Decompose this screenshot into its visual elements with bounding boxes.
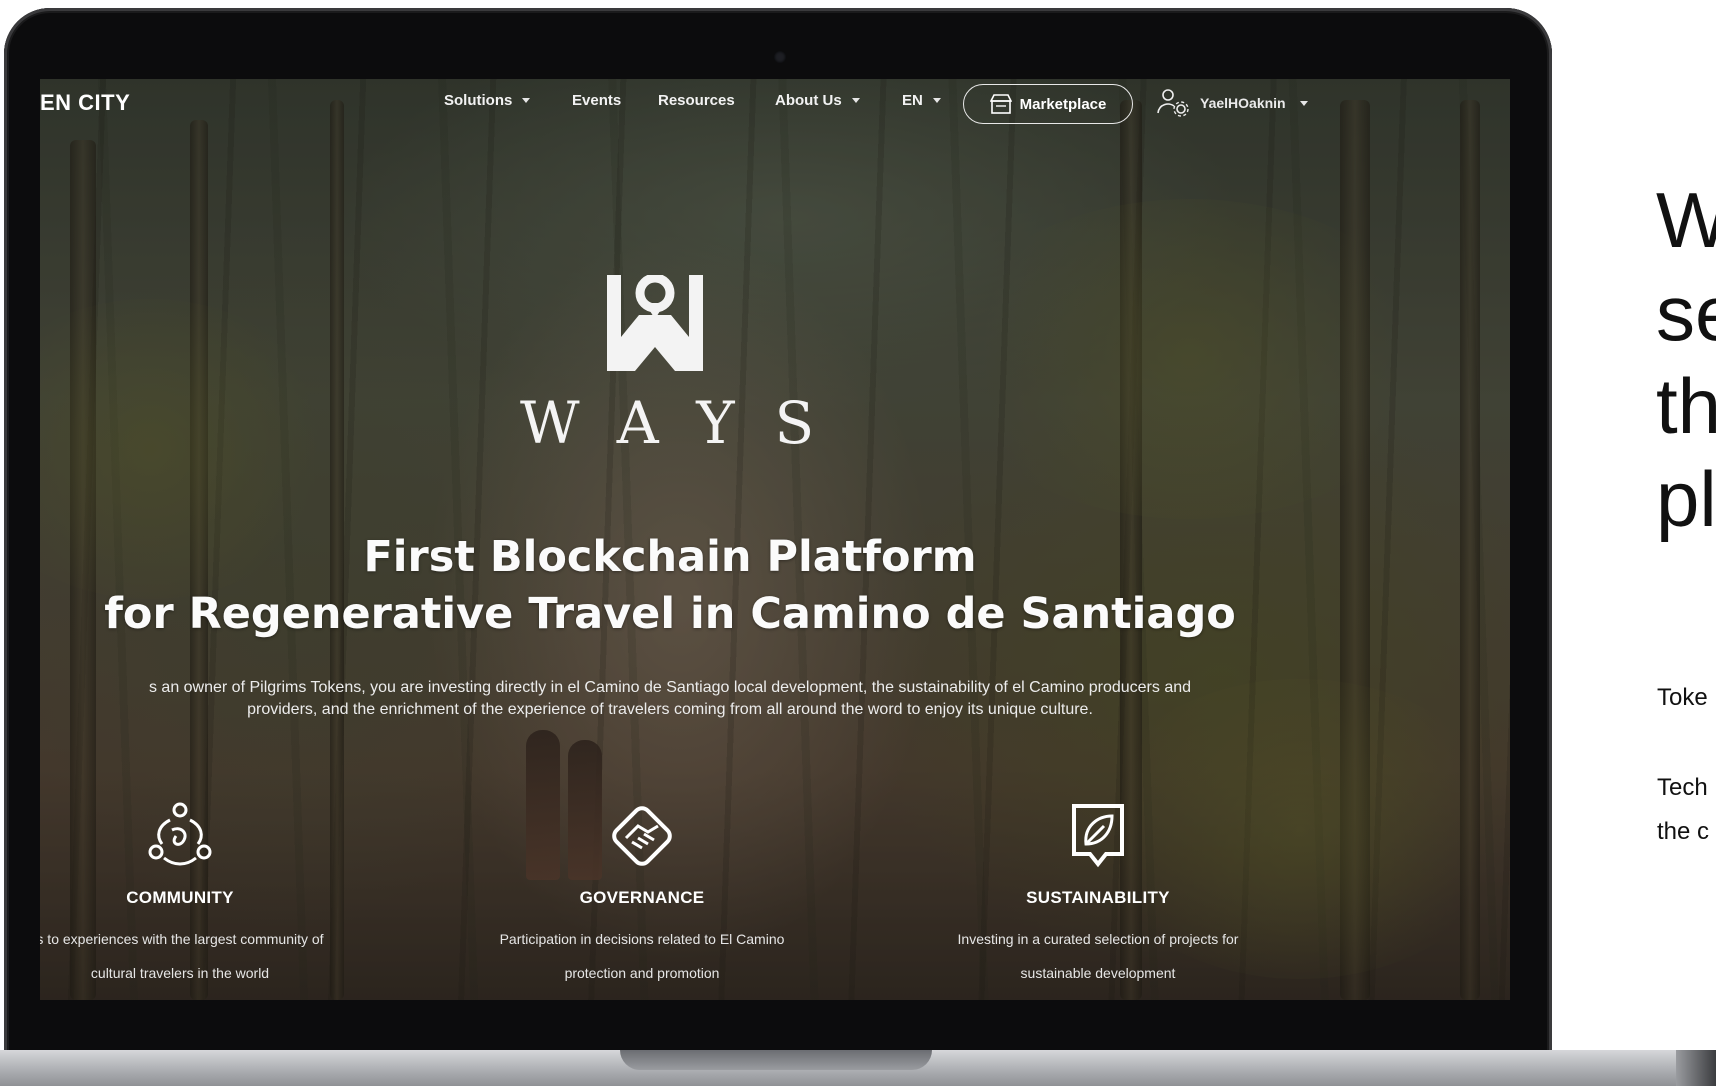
feature-title: COMMUNITY	[126, 888, 234, 907]
community-icon	[148, 802, 212, 866]
logo-wordmark: WAYS	[520, 389, 855, 457]
nav-events[interactable]: Events	[572, 92, 621, 109]
headline-line-2: for Regenerative Travel in Camino de San…	[104, 589, 1236, 639]
headline-line-1: First Blockchain Platform	[363, 532, 977, 582]
feature-governance: GOVERNANCE Participation in decisions re…	[452, 796, 832, 990]
marketplace-button[interactable]: Marketplace	[963, 84, 1133, 124]
side-heading-line: W	[1656, 176, 1716, 264]
nav-resources-label: Resources	[658, 92, 735, 109]
chevron-down-icon	[1299, 100, 1308, 106]
feature-desc-line: protection and promotion	[564, 965, 720, 981]
nav-about-us[interactable]: About Us	[775, 92, 860, 109]
side-paragraph-line: Toke	[1657, 684, 1708, 711]
handshake-icon	[612, 806, 672, 866]
laptop-base	[0, 1050, 1716, 1086]
feature-description: Investing in a curated selection of proj…	[908, 922, 1288, 990]
language-label: EN	[902, 92, 923, 109]
feature-sustainability: SUSTAINABILITY Investing in a curated se…	[908, 796, 1288, 990]
nav-solutions[interactable]: Solutions	[444, 92, 531, 109]
language-selector[interactable]: EN	[902, 92, 941, 109]
website-screen: EN CITY Solutions Events Resources About…	[40, 79, 1510, 1000]
username: YaelHOaknin	[1200, 95, 1286, 111]
brand-logo[interactable]: EN CITY	[40, 90, 130, 116]
feature-desc-line: sustainable development	[1020, 965, 1176, 981]
feature-title: SUSTAINABILITY	[1026, 888, 1170, 907]
description-line-2: providers, and the enrichment of the exp…	[247, 701, 1093, 718]
nav-solutions-label: Solutions	[444, 92, 513, 109]
marketplace-label: Marketplace	[1019, 95, 1107, 113]
side-paragraph: Toke	[1657, 676, 1708, 720]
side-heading-line: pl	[1656, 455, 1716, 543]
side-heading-line: se	[1656, 269, 1716, 357]
camera-icon	[774, 51, 786, 63]
feature-description: s to experiences with the largest commun…	[40, 922, 370, 990]
chevron-down-icon	[932, 98, 941, 103]
feature-community: COMMUNITY s to experiences with the larg…	[40, 796, 370, 990]
feature-title: GOVERNANCE	[579, 888, 705, 907]
feature-description: Participation in decisions related to El…	[452, 922, 832, 990]
laptop-notch	[620, 1050, 932, 1070]
feature-desc-line: Investing in a curated selection of proj…	[957, 931, 1239, 947]
side-paragraph: Tech the c	[1657, 766, 1709, 854]
hero-description: s an owner of Pilgrims Tokens, you are i…	[40, 677, 1300, 721]
ways-logo-icon	[607, 275, 703, 371]
side-paragraph-line: Tech	[1657, 774, 1708, 801]
nav-resources[interactable]: Resources	[658, 92, 735, 109]
laptop-edge	[1676, 1050, 1716, 1086]
feature-desc-line: s to experiences with the largest commun…	[40, 931, 324, 947]
chevron-down-icon	[851, 98, 860, 103]
nav-about-label: About Us	[775, 92, 842, 109]
leaf-icon	[1072, 804, 1124, 868]
store-icon	[989, 94, 1012, 114]
nav-events-label: Events	[572, 92, 622, 109]
feature-desc-line: Participation in decisions related to El…	[499, 931, 785, 947]
page-title: First Blockchain Platform for Regenerati…	[40, 529, 1300, 643]
description-line-1: s an owner of Pilgrims Tokens, you are i…	[148, 679, 1192, 696]
user-menu[interactable]: YaelHOaknin	[1156, 88, 1308, 118]
side-heading-line: th	[1656, 362, 1716, 450]
feature-desc-line: cultural travelers in the world	[90, 965, 270, 981]
user-settings-icon	[1157, 89, 1189, 117]
side-heading: W se th pl	[1656, 174, 1716, 546]
chevron-down-icon	[522, 98, 531, 103]
side-paragraph-line: the c	[1657, 818, 1710, 845]
